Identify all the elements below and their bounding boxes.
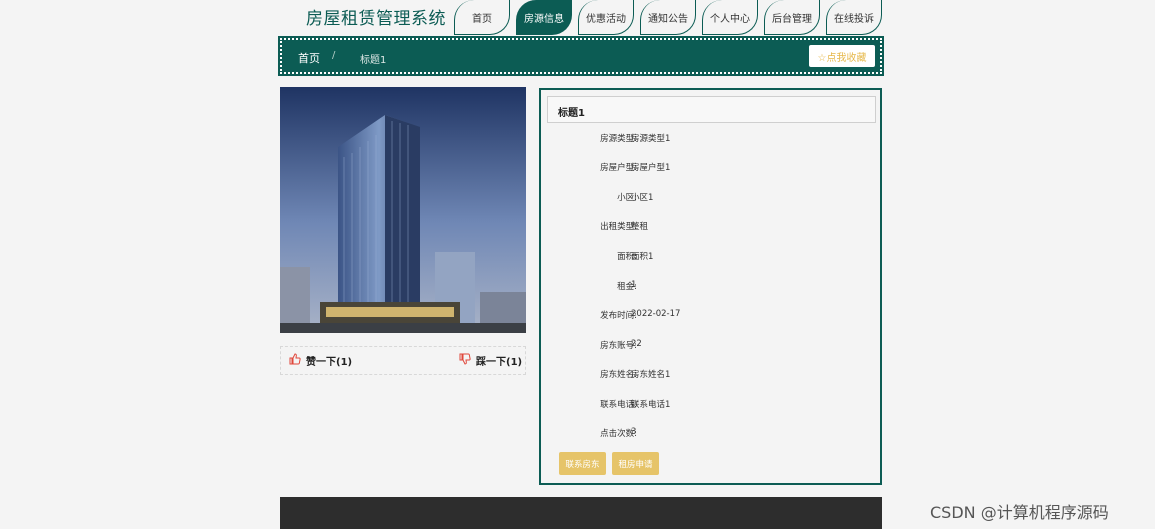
field-value: 小区1 [631, 193, 654, 203]
detail-row: 房东姓名: 房东姓名1 [541, 368, 880, 384]
field-label: 租金: [617, 282, 637, 292]
detail-row: 发布时间: 2022-02-17 [541, 309, 880, 325]
detail-row: 面积: 面积1 [541, 250, 880, 266]
field-label: 面积: [617, 252, 637, 262]
detail-row: 租金: 1 [541, 280, 880, 296]
page-footer [280, 497, 882, 529]
field-label: 发布时间: [600, 311, 637, 321]
field-label: 房东账号: [600, 341, 637, 351]
top-header: 房屋租赁管理系统 首页 房源信息 优惠活动 通知公告 个人中心 后台管理 在线投… [0, 0, 1155, 36]
vote-box: 赞一下(1) 踩一下(1) [280, 346, 526, 375]
field-value: 2022-02-17 [631, 309, 681, 319]
favorite-button[interactable]: ☆点我收藏 [809, 45, 875, 67]
field-value: 房东姓名1 [631, 370, 671, 380]
nav-item-admin[interactable]: 后台管理 [764, 0, 820, 35]
like-label: 赞一下(1) [306, 357, 353, 368]
listing-photo [280, 87, 526, 333]
detail-row: 房屋户型: 房屋户型1 [541, 161, 880, 177]
field-label: 小区: [617, 193, 637, 203]
breadcrumb-separator: / [332, 50, 336, 61]
site-title: 房屋租赁管理系统 [306, 9, 446, 29]
field-label: 房屋户型: [600, 163, 637, 173]
detail-panel: 标题1 房源类型: 房源类型1 房屋户型: 房屋户型1 小区: 小区1 出租类型… [539, 88, 882, 485]
field-value: 房屋户型1 [631, 163, 671, 173]
nav-item-promotions[interactable]: 优惠活动 [578, 0, 634, 35]
field-value: 联系电话1 [631, 400, 671, 410]
thumbs-up-icon [289, 353, 301, 368]
detail-row: 联系电话: 联系电话1 [541, 398, 880, 414]
watermark: CSDN @计算机程序源码 [930, 503, 1109, 522]
field-value: 面积1 [631, 252, 654, 262]
nav-item-listings[interactable]: 房源信息 [516, 0, 572, 35]
field-label: 房源类型: [600, 134, 637, 144]
field-value: 整租 [631, 222, 649, 232]
field-value: 22 [631, 339, 642, 349]
field-value: 1 [631, 280, 637, 290]
detail-row: 出租类型: 整租 [541, 220, 880, 236]
like-button[interactable]: 赞一下(1) [289, 353, 352, 368]
nav-item-home[interactable]: 首页 [454, 0, 510, 35]
breadcrumb: 首页 / 标题1 ☆点我收藏 [278, 36, 884, 76]
nav-item-complaints[interactable]: 在线投诉 [826, 0, 882, 35]
field-value: 3 [631, 427, 637, 437]
detail-row: 房源类型: 房源类型1 [541, 132, 880, 148]
contact-landlord-button[interactable]: 联系房东 [559, 452, 606, 475]
field-label: 房东姓名: [600, 370, 637, 380]
breadcrumb-home-link[interactable]: 首页 [298, 50, 320, 66]
field-label: 出租类型: [600, 222, 637, 232]
rent-application-button[interactable]: 租房申请 [612, 452, 659, 475]
nav-item-profile[interactable]: 个人中心 [702, 0, 758, 35]
nav-item-notices[interactable]: 通知公告 [640, 0, 696, 35]
dislike-button[interactable]: 踩一下(1) [459, 353, 522, 368]
dislike-label: 踩一下(1) [476, 357, 523, 368]
detail-row: 房东账号: 22 [541, 339, 880, 355]
field-label: 联系电话: [600, 400, 637, 410]
detail-row: 小区: 小区1 [541, 191, 880, 207]
main-nav: 首页 房源信息 优惠活动 通知公告 个人中心 后台管理 在线投诉 [454, 0, 888, 36]
field-label: 点击次数: [600, 429, 637, 439]
breadcrumb-current: 标题1 [360, 55, 387, 66]
field-value: 房源类型1 [631, 134, 671, 144]
detail-row: 点击次数: 3 [541, 427, 880, 443]
thumbs-down-icon [459, 353, 471, 368]
detail-title: 标题1 [547, 96, 876, 123]
building-image [280, 87, 526, 333]
